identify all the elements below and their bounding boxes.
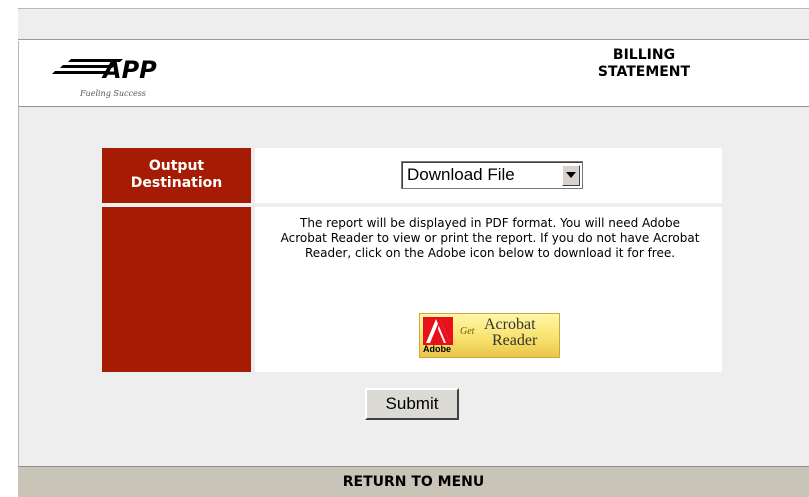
dropdown-arrow-icon[interactable] bbox=[562, 164, 580, 186]
pdf-note: The report will be displayed in PDF form… bbox=[280, 216, 700, 260]
output-destination-select[interactable]: Download File bbox=[401, 161, 583, 189]
title-line-1: BILLING bbox=[612, 47, 676, 63]
submit-button[interactable]: Submit bbox=[365, 388, 459, 420]
report-options-table: Output Destination Download File The rep… bbox=[102, 148, 722, 372]
logo-text: APP bbox=[101, 56, 157, 84]
select-value: Download File bbox=[407, 165, 515, 184]
output-label-line-2: Destination bbox=[130, 175, 223, 191]
output-destination-cell: Download File bbox=[255, 148, 722, 203]
info-cell: The report will be displayed in PDF form… bbox=[255, 207, 722, 372]
title-line-2: STATEMENT bbox=[597, 64, 691, 80]
page-title: BILLING STATEMENT bbox=[579, 47, 709, 81]
output-label-line-1: Output bbox=[148, 158, 205, 174]
adobe-word: Adobe bbox=[423, 344, 451, 354]
output-destination-label: Output Destination bbox=[102, 148, 251, 203]
arrow-shape bbox=[566, 172, 576, 178]
page-header: APP Fueling Success BILLING STATEMENT bbox=[19, 41, 809, 107]
get-text: Get bbox=[460, 326, 475, 337]
info-label-cell bbox=[102, 207, 251, 372]
get-acrobat-reader-button[interactable]: Adobe Get Acrobat Reader bbox=[419, 313, 560, 358]
reader-text: Reader bbox=[492, 332, 538, 349]
acrobat-text: Acrobat bbox=[484, 316, 536, 333]
return-to-menu-link[interactable]: RETURN TO MENU bbox=[18, 467, 809, 497]
logo-tagline: Fueling Success bbox=[80, 89, 146, 98]
app-logo-mark: APP bbox=[52, 56, 157, 84]
adobe-logo-icon bbox=[423, 317, 453, 345]
app-logo[interactable]: APP Fueling Success bbox=[51, 51, 201, 103]
top-bar bbox=[18, 8, 809, 40]
footer-bar: RETURN TO MENU bbox=[18, 466, 809, 497]
